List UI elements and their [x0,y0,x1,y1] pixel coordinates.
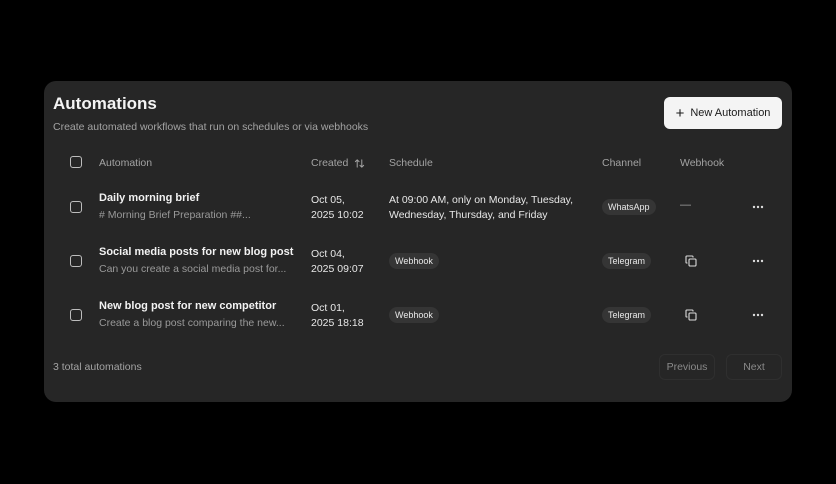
page-subtitle: Create automated workflows that run on s… [53,121,369,133]
row-checkbox[interactable] [70,201,82,213]
table-row[interactable]: Daily morning brief # Morning Brief Prep… [44,180,792,234]
new-automation-label: New Automation [690,107,771,119]
more-horizontal-icon[interactable] [751,309,765,321]
more-horizontal-icon[interactable] [751,201,765,213]
row-checkbox[interactable] [70,309,82,321]
plus-icon: + [675,104,685,122]
automation-description: Can you create a social media post for..… [99,263,287,275]
schedule-text-line2: Wednesday, Thursday, and Friday [389,209,548,221]
page-title: Automations [53,94,157,113]
copy-icon[interactable] [685,255,697,267]
channel-badge: WhatsApp [602,199,656,215]
table-row[interactable]: New blog post for new competitor Create … [44,288,792,342]
column-header-webhook: Webhook [680,157,725,169]
webhook-empty: — [680,199,691,211]
column-header-created[interactable]: Created [311,157,365,169]
select-all-checkbox[interactable] [70,156,82,168]
schedule-text-line1: At 09:00 AM, only on Monday, Tuesday, [389,194,574,206]
column-header-automation: Automation [99,157,153,169]
automation-description: Create a blog post comparing the new... [99,317,285,329]
channel-badge: Telegram [602,253,652,269]
automation-title[interactable]: New blog post for new competitor [99,300,276,312]
automation-title[interactable]: Daily morning brief [99,192,199,204]
created-time: 2025 09:07 [311,263,364,275]
row-checkbox[interactable] [70,255,82,267]
automations-card: Automations Create automated workflows t… [44,81,792,402]
copy-icon[interactable] [685,309,697,321]
automation-description: # Morning Brief Preparation ##... [99,209,251,221]
sort-icon [355,158,365,168]
automation-title[interactable]: Social media posts for new blog post [99,246,293,258]
created-time: 2025 18:18 [311,317,364,329]
schedule-badge: Webhook [389,253,439,269]
schedule-badge: Webhook [389,307,439,323]
created-date: Oct 04, [311,248,345,260]
created-time: 2025 10:02 [311,209,364,221]
previous-page-button[interactable]: Previous [659,354,715,380]
table-row[interactable]: Social media posts for new blog post Can… [44,234,792,288]
new-automation-button[interactable]: + New Automation [664,97,782,129]
column-header-channel: Channel [602,157,642,169]
next-page-button[interactable]: Next [726,354,782,380]
channel-badge: Telegram [602,307,652,323]
column-header-schedule: Schedule [389,157,433,169]
created-date: Oct 01, [311,302,345,314]
total-count: 3 total automations [53,361,142,373]
more-horizontal-icon[interactable] [751,255,765,267]
created-date: Oct 05, [311,194,345,206]
